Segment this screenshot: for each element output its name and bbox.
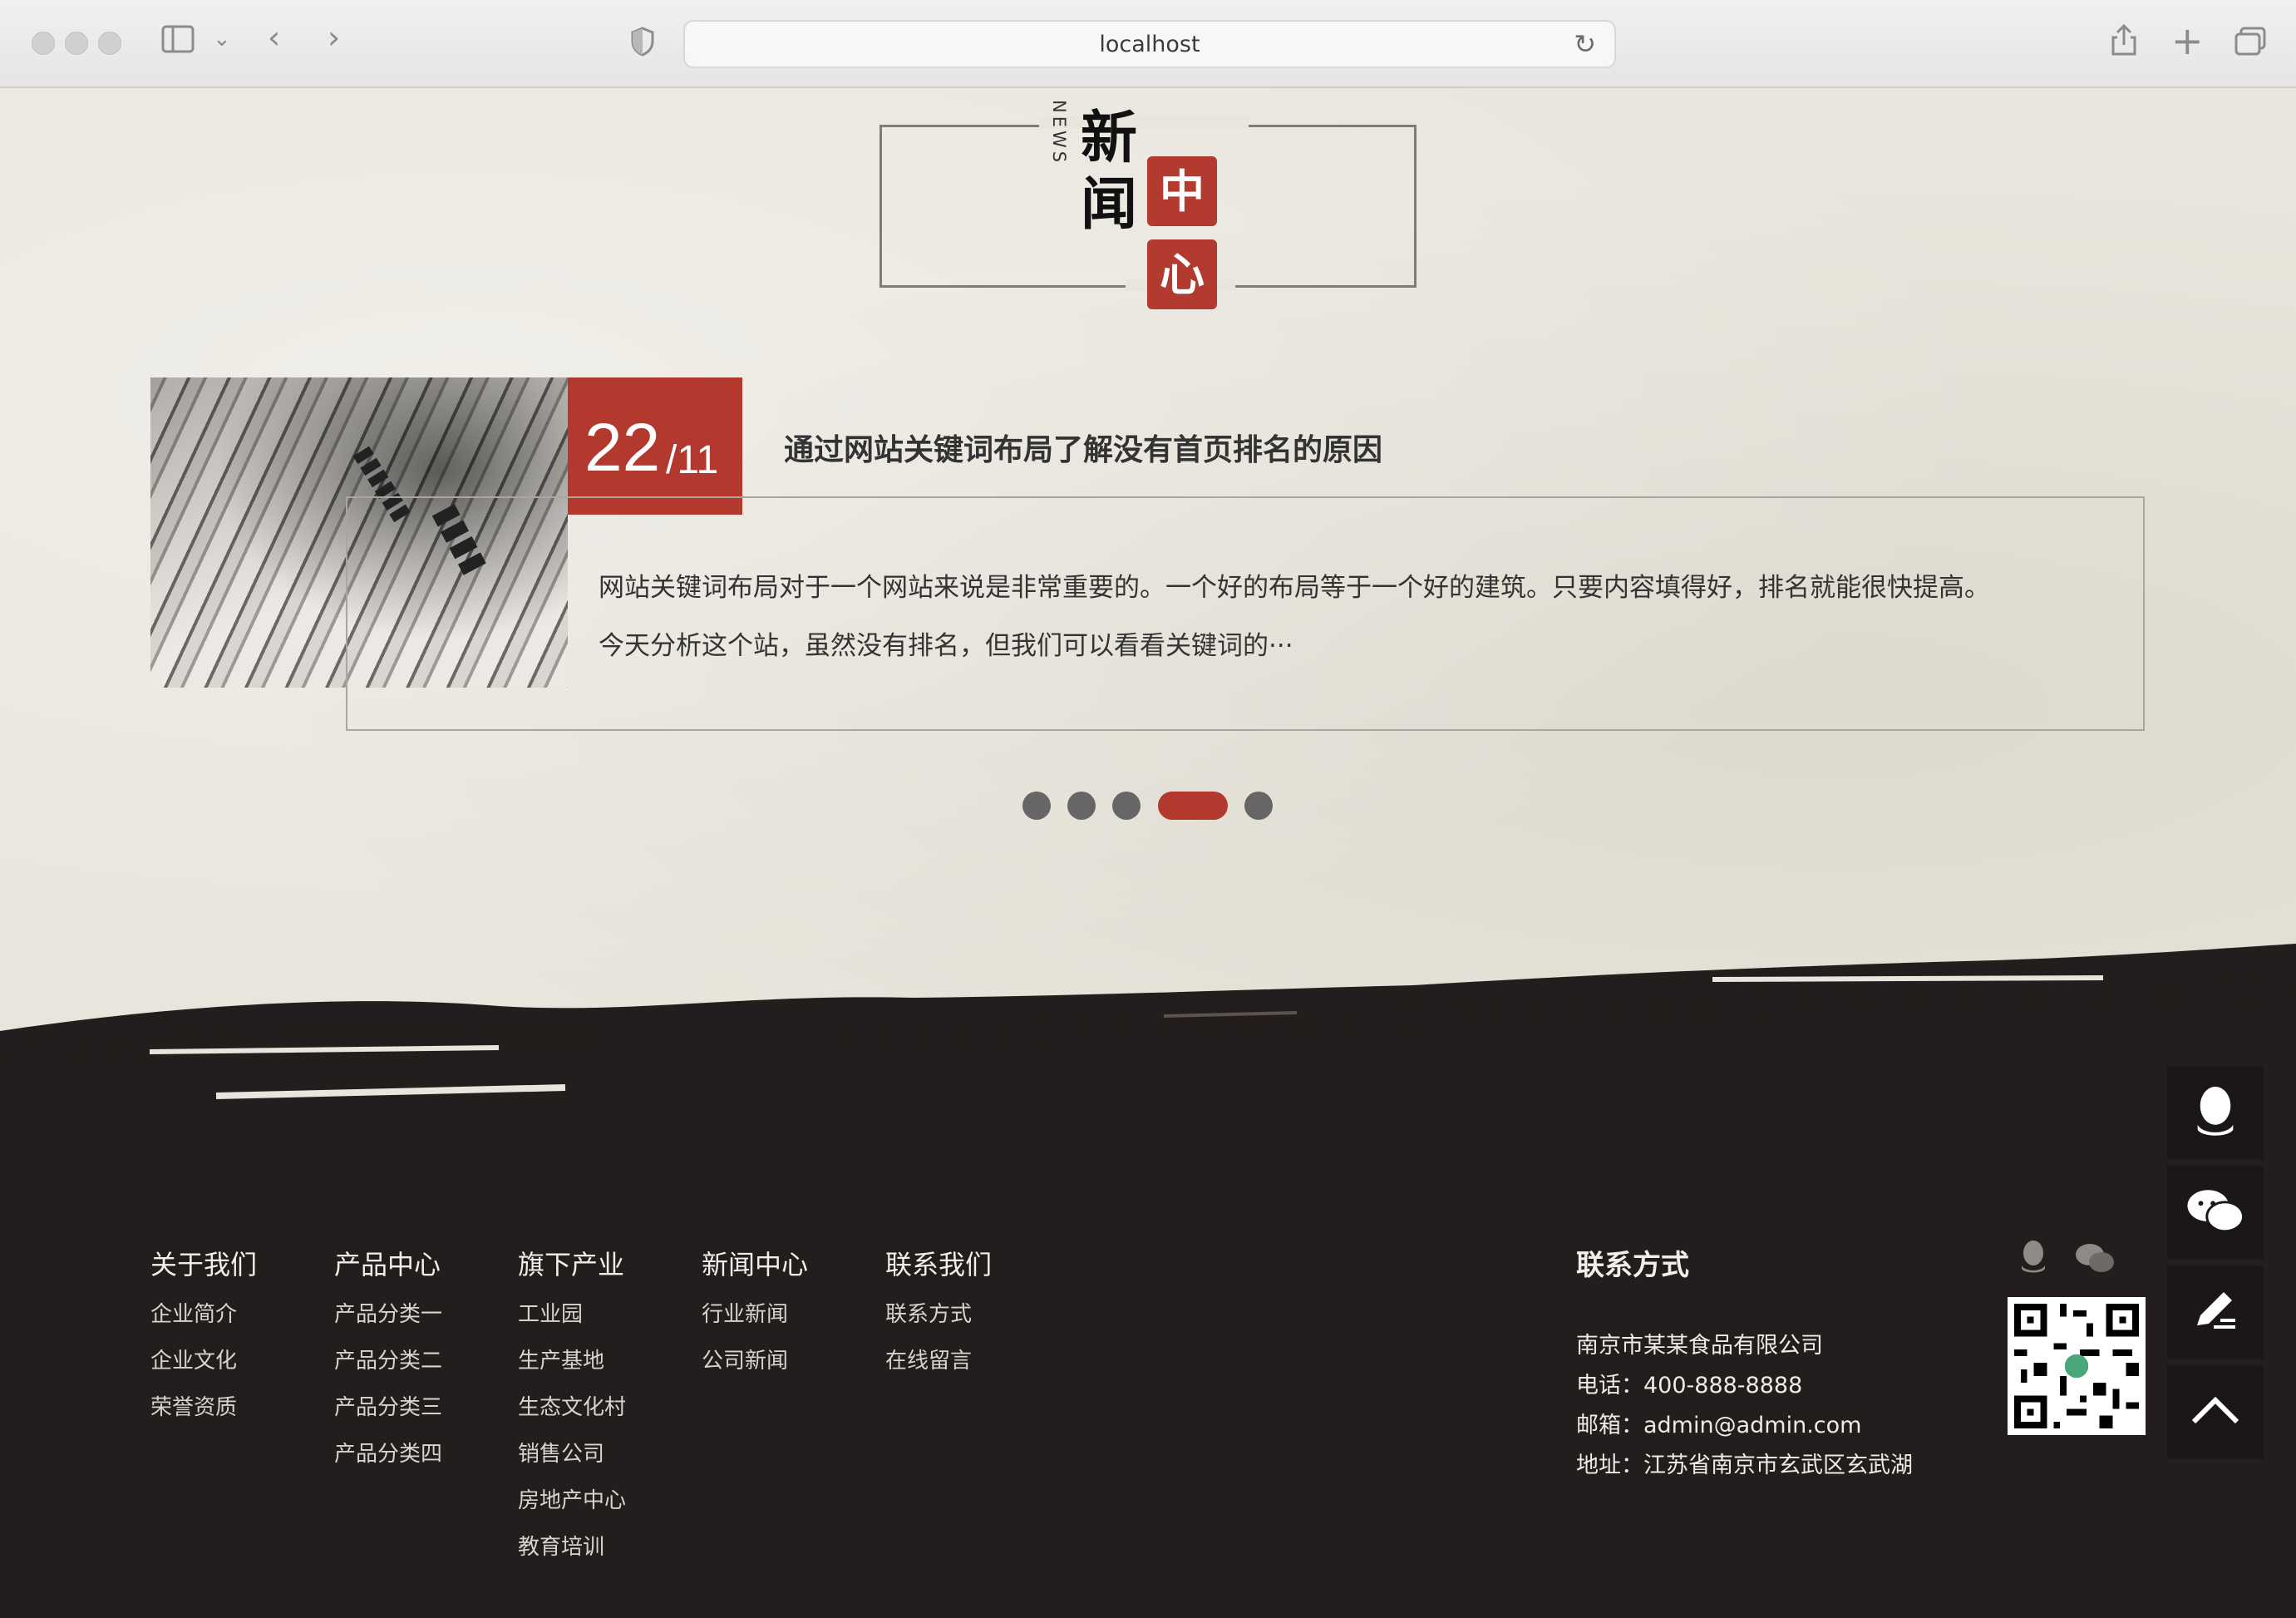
news-title-link[interactable]: 通过网站关键词布局了解没有首页排名的原因: [784, 426, 1382, 469]
wechat-icon: [2186, 1187, 2244, 1237]
footer-link[interactable]: 行业新闻: [702, 1297, 788, 1328]
edit-icon: [2189, 1284, 2242, 1340]
sidebar-toggle-icon[interactable]: [161, 25, 195, 58]
share-icon[interactable]: [2110, 23, 2138, 62]
footer-link[interactable]: 教育培训: [518, 1530, 604, 1561]
minimize-window-button[interactable]: [65, 32, 88, 55]
side-qq-button[interactable]: [2167, 1066, 2264, 1159]
footer-link[interactable]: 产品分类一: [334, 1297, 442, 1328]
footer-link[interactable]: 生态文化村: [518, 1390, 626, 1421]
footer-column-title[interactable]: 新闻中心: [702, 1244, 808, 1282]
footer-column-title[interactable]: 关于我们: [150, 1244, 257, 1282]
title-frame-gap: [1039, 116, 1249, 128]
browser-toolbar: ⌄ ‹ › localhost ↻ +: [0, 0, 2296, 88]
footer-column-title[interactable]: 旗下产业: [518, 1244, 624, 1282]
close-window-button[interactable]: [32, 32, 55, 55]
carousel-dot[interactable]: [1067, 792, 1096, 820]
news-day: 22: [584, 410, 661, 486]
qr-code: [2008, 1297, 2146, 1435]
side-wechat-button[interactable]: [2167, 1166, 2264, 1259]
footer-link[interactable]: 公司新闻: [702, 1344, 788, 1374]
footer-link[interactable]: 企业简介: [150, 1297, 237, 1328]
footer-link[interactable]: 在线留言: [885, 1344, 972, 1374]
news-summary: 网站关键词布局对于一个网站来说是非常重要的。一个好的布局等于一个好的建筑。只要内…: [599, 559, 2053, 675]
footer-link[interactable]: 企业文化: [150, 1344, 237, 1374]
new-tab-icon[interactable]: +: [2171, 22, 2204, 60]
back-to-top-icon: [2190, 1395, 2240, 1428]
qq-icon[interactable]: [2018, 1239, 2048, 1282]
footer-link[interactable]: 产品分类三: [334, 1390, 442, 1421]
news-summary-line: 网站关键词布局对于一个网站来说是非常重要的。一个好的布局等于一个好的建筑。只要内…: [599, 573, 1990, 603]
address-bar[interactable]: localhost ↻: [683, 20, 1616, 68]
shield-icon[interactable]: [630, 27, 655, 62]
side-back-to-top-button[interactable]: [2167, 1365, 2264, 1458]
tab-overview-icon[interactable]: [2234, 27, 2266, 62]
footer-column-title[interactable]: 联系我们: [885, 1244, 992, 1282]
contact-address: 地址：江苏省南京市玄武区玄武湖: [1576, 1453, 1913, 1478]
footer-link[interactable]: 房地产中心: [518, 1483, 626, 1514]
carousel-dot[interactable]: [1112, 792, 1141, 820]
footer-link[interactable]: 联系方式: [885, 1297, 972, 1328]
footer-column-title[interactable]: 产品中心: [334, 1244, 441, 1282]
carousel-dot-active[interactable]: [1158, 792, 1228, 820]
footer-link[interactable]: 产品分类二: [334, 1344, 442, 1374]
news-month: /11: [666, 438, 719, 482]
zoom-window-button[interactable]: [98, 32, 121, 55]
section-title-stamp: 心: [1147, 239, 1217, 309]
contact-phone: 电话：400-888-8888: [1576, 1373, 1803, 1398]
footer-link[interactable]: 销售公司: [518, 1437, 604, 1468]
reload-icon[interactable]: ↻: [1574, 28, 1596, 60]
footer-link[interactable]: 荣誉资质: [150, 1390, 237, 1421]
qq-icon: [2191, 1084, 2239, 1141]
contact-title: 联系方式: [1576, 1249, 1689, 1282]
url-text: localhost: [1099, 32, 1200, 57]
side-message-button[interactable]: [2167, 1265, 2264, 1359]
footer-link[interactable]: 工业园: [518, 1297, 583, 1328]
carousel-dot[interactable]: [1022, 792, 1051, 820]
footer-link[interactable]: 产品分类四: [334, 1437, 442, 1468]
carousel-dot[interactable]: [1244, 792, 1273, 820]
news-date-badge: 22 /11: [568, 377, 742, 515]
section-title-char: 闻: [1081, 171, 1138, 238]
wechat-icon[interactable]: [2075, 1242, 2115, 1282]
news-summary-line: 今天分析这个站，虽然没有排名，但我们可以看看关键词的···: [599, 631, 1293, 661]
footer-link[interactable]: 生产基地: [518, 1344, 604, 1374]
chevron-down-icon[interactable]: ⌄: [213, 28, 231, 50]
back-icon[interactable]: ‹: [268, 22, 280, 53]
section-title-en: NEWS: [1049, 100, 1069, 166]
contact-company: 南京市某某食品有限公司: [1576, 1333, 1823, 1359]
forward-icon[interactable]: ›: [328, 22, 340, 53]
contact-email: 邮箱：admin@admin.com: [1576, 1413, 1862, 1438]
section-title-stamp: 中: [1147, 156, 1217, 226]
